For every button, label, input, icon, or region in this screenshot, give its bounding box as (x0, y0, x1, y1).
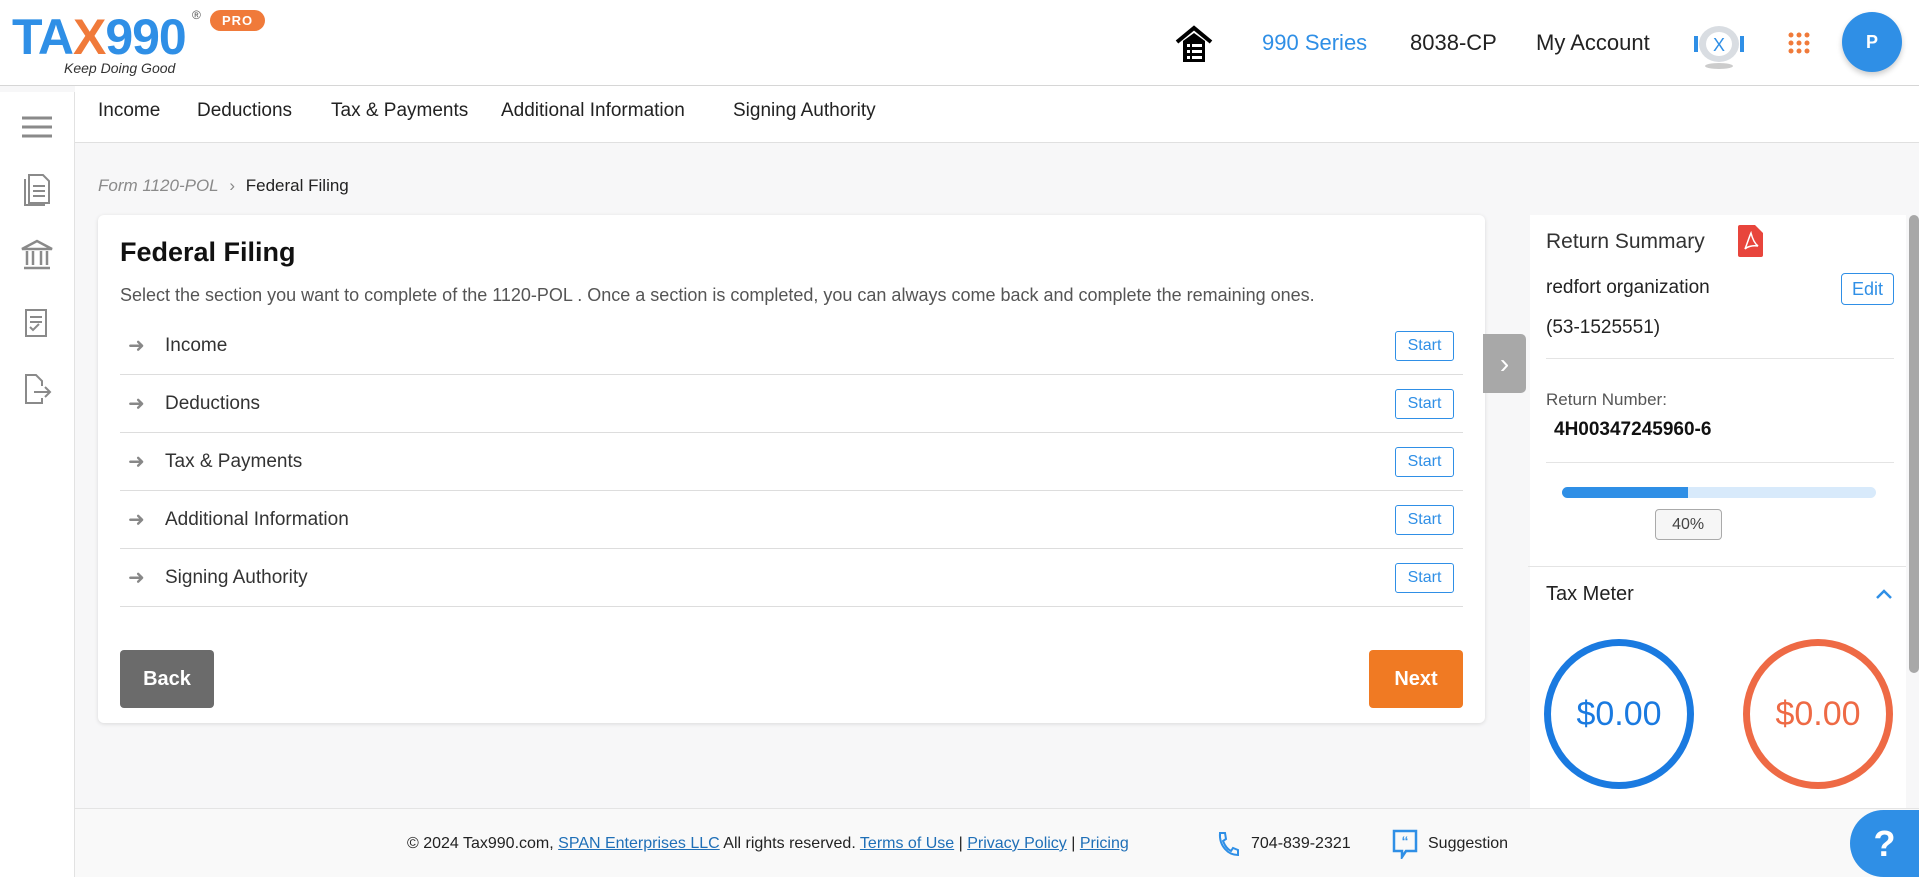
tab-additional-information[interactable]: Additional Information (501, 100, 685, 122)
next-button[interactable]: Next (1369, 650, 1463, 708)
section-label: Income (165, 335, 228, 356)
tab-tax-payments[interactable]: Tax & Payments (331, 100, 468, 122)
phone-icon (1218, 832, 1239, 857)
robot-assistant-icon[interactable]: X (1690, 18, 1748, 70)
section-row[interactable]: ➜ Income Start (120, 317, 1463, 375)
tax990-logo[interactable]: TAX990 ® PRO Keep Doing Good (12, 8, 266, 76)
bank-icon[interactable] (20, 238, 54, 272)
section-label: Additional Information (165, 509, 349, 530)
terms-link[interactable]: Terms of Use (860, 835, 954, 852)
suggestion-icon: “ (1392, 829, 1418, 859)
company-link[interactable]: SPAN Enterprises LLC (558, 835, 720, 852)
section-row[interactable]: ➜ Deductions Start (120, 375, 1463, 433)
help-button[interactable]: ? (1850, 810, 1919, 877)
return-number-label: Return Number: (1546, 390, 1667, 409)
organization-name: redfort organization (1546, 277, 1710, 298)
top-header: TAX990 ® PRO Keep Doing Good 990 Series … (0, 0, 1919, 86)
ein: (53-1525551) (1546, 317, 1661, 338)
export-file-icon[interactable] (20, 372, 54, 406)
start-button[interactable]: Start (1395, 447, 1454, 477)
divider (1546, 358, 1894, 359)
tax-meter-right: $0.00 (1743, 639, 1893, 789)
scrollbar[interactable] (1909, 215, 1919, 673)
meter-right-value: $0.00 (1775, 694, 1861, 733)
section-label: Deductions (165, 393, 261, 414)
start-button[interactable]: Start (1395, 389, 1454, 419)
arrow-right-icon: ➜ (128, 509, 145, 531)
section-row[interactable]: ➜ Tax & Payments Start (120, 433, 1463, 491)
arrow-right-icon: ➜ (128, 567, 145, 589)
phone-number[interactable]: 704-839-2321 (1251, 835, 1351, 853)
forms-icon[interactable] (20, 172, 54, 206)
arrow-right-icon: ➜ (128, 451, 145, 473)
copyright-text: © 2024 Tax990.com, (407, 835, 554, 852)
tab-income[interactable]: Income (98, 100, 160, 122)
tab-deductions[interactable]: Deductions (197, 100, 292, 122)
return-number: 4H00347245960-6 (1554, 419, 1712, 440)
return-summary-panel: Return Summary redfort organization Edit… (1528, 215, 1906, 808)
progress-bar (1562, 487, 1876, 498)
menu-icon[interactable] (20, 110, 54, 144)
suggestion-link[interactable]: Suggestion (1428, 835, 1508, 853)
tax-meter-title[interactable]: Tax Meter (1546, 583, 1634, 606)
meter-left-value: $0.00 (1576, 694, 1662, 733)
section-row[interactable]: ➜ Additional Information Start (120, 491, 1463, 549)
divider (1546, 462, 1894, 463)
svg-text:X: X (1713, 35, 1725, 55)
user-avatar[interactable]: P (1842, 12, 1902, 72)
progress-fill (1562, 487, 1688, 498)
nav-my-account[interactable]: My Account (1536, 30, 1650, 56)
section-row[interactable]: ➜ Signing Authority Start (120, 549, 1463, 607)
privacy-link[interactable]: Privacy Policy (967, 835, 1067, 852)
arrow-right-icon: ➜ (128, 335, 145, 357)
page-title: Federal Filing (120, 237, 296, 267)
logo-tagline: Keep Doing Good (64, 60, 176, 76)
page-description: Select the section you want to complete … (120, 285, 1315, 305)
home-icon[interactable] (1174, 24, 1214, 64)
divider (1528, 566, 1906, 567)
section-label: Signing Authority (165, 567, 308, 588)
progress-tooltip: 40% (1654, 509, 1722, 540)
start-button[interactable]: Start (1395, 331, 1454, 361)
back-button[interactable]: Back (120, 650, 214, 708)
chevron-right-icon: › (229, 176, 236, 195)
breadcrumb: Form 1120-POL › Federal Filing (98, 176, 349, 196)
pdf-icon[interactable] (1738, 225, 1763, 257)
breadcrumb-parent[interactable]: Form 1120-POL (98, 176, 219, 195)
rights-text: All rights reserved. (723, 835, 856, 852)
federal-filing-card: Federal Filing Select the section you wa… (98, 215, 1485, 723)
svg-text:“: “ (1402, 833, 1409, 849)
checklist-icon[interactable] (20, 306, 54, 340)
start-button[interactable]: Start (1395, 505, 1454, 535)
arrow-right-icon: ➜ (128, 393, 145, 415)
apps-grid-icon[interactable] (1788, 32, 1810, 54)
nav-990-series[interactable]: 990 Series (1262, 30, 1367, 56)
sidebar (0, 92, 75, 877)
footer: © 2024 Tax990.com, SPAN Enterprises LLC … (75, 808, 1919, 877)
summary-title: Return Summary (1546, 230, 1705, 253)
breadcrumb-current: Federal Filing (245, 176, 349, 195)
tax-meter-left: $0.00 (1544, 639, 1694, 789)
nav-8038-cp[interactable]: 8038-CP (1410, 30, 1497, 56)
edit-button[interactable]: Edit (1841, 273, 1894, 305)
start-button[interactable]: Start (1395, 563, 1454, 593)
chevron-up-icon[interactable] (1875, 588, 1893, 600)
pro-badge: PRO (210, 10, 266, 31)
section-label: Tax & Payments (165, 451, 303, 472)
tab-signing-authority[interactable]: Signing Authority (733, 100, 876, 122)
pricing-link[interactable]: Pricing (1080, 835, 1129, 852)
section-tabs: Income Deductions Tax & Payments Additio… (75, 86, 1919, 143)
collapse-panel-button[interactable]: › (1483, 334, 1526, 393)
